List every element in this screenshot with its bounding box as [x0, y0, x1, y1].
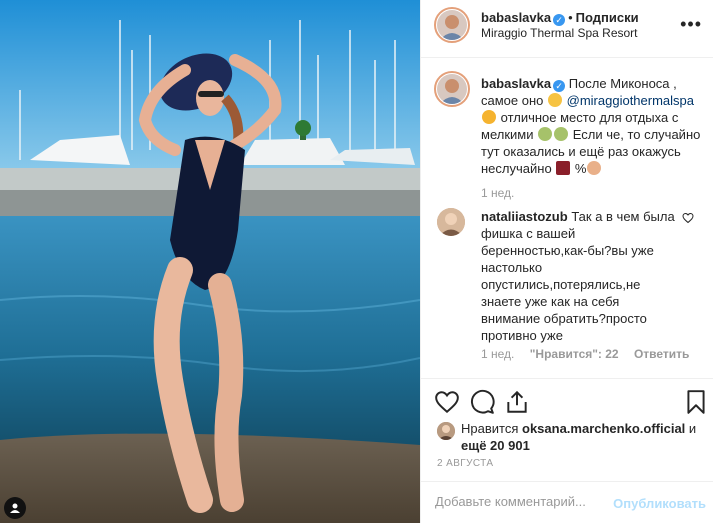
author-username[interactable]: babaslavka — [481, 10, 551, 25]
face-emoji-icon — [482, 110, 496, 124]
reply-button[interactable]: Ответить — [634, 347, 689, 361]
separator-dot: • — [568, 10, 573, 25]
publish-button[interactable]: Опубликовать — [613, 496, 706, 511]
follow-button[interactable]: Подписки — [576, 10, 639, 25]
caption-time[interactable]: 1 нед. — [481, 186, 514, 200]
avatar-image — [437, 10, 467, 40]
likes-middle: и — [688, 421, 697, 436]
likes-summary: Нравится oksana.marchenko.official и ещё… — [461, 420, 701, 454]
avatar-image — [437, 208, 465, 236]
post-panel: babaslavka ✓ • Подписки Miraggio Thermal Sp… — [420, 0, 713, 523]
share-icon[interactable] — [504, 389, 530, 415]
comment-text: Так а в чем была фишка с вашей беренност… — [481, 209, 675, 343]
post-location[interactable]: Miraggio Thermal Spa Resort — [481, 26, 638, 40]
child-emoji-icon — [554, 127, 569, 141]
user-tag-icon — [10, 503, 20, 513]
liker-avatar[interactable] — [437, 422, 455, 440]
post-photo[interactable] — [0, 0, 420, 523]
comment-meta: 1 нед. "Нравится": 22 Ответить — [481, 347, 701, 361]
commenter-avatar[interactable] — [437, 208, 465, 236]
caption-text-4: % — [574, 161, 587, 176]
add-comment-bar: Опубликовать — [421, 481, 713, 523]
verified-badge-icon: ✓ — [553, 14, 566, 26]
avatar-image — [437, 74, 467, 104]
comment-time[interactable]: 1 нед. — [481, 347, 514, 361]
caption-username[interactable]: babaslavka — [481, 76, 551, 91]
heart-icon[interactable] — [434, 389, 460, 415]
post-date[interactable]: 2 АВГУСТА — [437, 458, 493, 469]
caption-avatar[interactable] — [437, 74, 467, 104]
post-caption: babaslavka ✓ После Миконоса , самое оно @… — [481, 75, 706, 177]
avatar-image — [437, 422, 455, 440]
ok-hand-emoji-icon — [587, 161, 602, 175]
header-title-line: babaslavka ✓ • Подписки — [481, 10, 639, 26]
comment-likes-count[interactable]: "Нравится": 22 — [530, 347, 619, 361]
comment-icon[interactable] — [469, 389, 495, 415]
comment-input[interactable] — [435, 494, 620, 509]
bookmark-icon[interactable] — [683, 389, 709, 415]
caption-mention-link[interactable]: @miraggiothermalspa — [567, 93, 694, 108]
comment-like-heart-icon[interactable] — [682, 212, 694, 224]
flag-emoji-icon — [556, 161, 571, 175]
more-options-button[interactable]: ••• — [680, 14, 702, 35]
avatar[interactable] — [437, 10, 467, 40]
post-header: babaslavka ✓ • Подписки Miraggio Thermal Sp… — [421, 0, 713, 58]
child-emoji-icon — [538, 127, 553, 141]
likes-prefix: Нравится — [461, 421, 519, 436]
likes-count-button[interactable]: ещё 20 901 — [461, 438, 530, 453]
laughing-emoji-icon — [548, 93, 563, 107]
verified-badge-icon: ✓ — [553, 80, 566, 92]
comment-username[interactable]: nataliiastozub — [481, 209, 568, 224]
beach-photo — [0, 0, 420, 523]
liker-username[interactable]: oksana.marchenko.official — [522, 421, 685, 436]
comment: nataliiastozub Так а в чем была фишка с … — [481, 208, 681, 344]
user-tag-button[interactable] — [4, 497, 26, 519]
